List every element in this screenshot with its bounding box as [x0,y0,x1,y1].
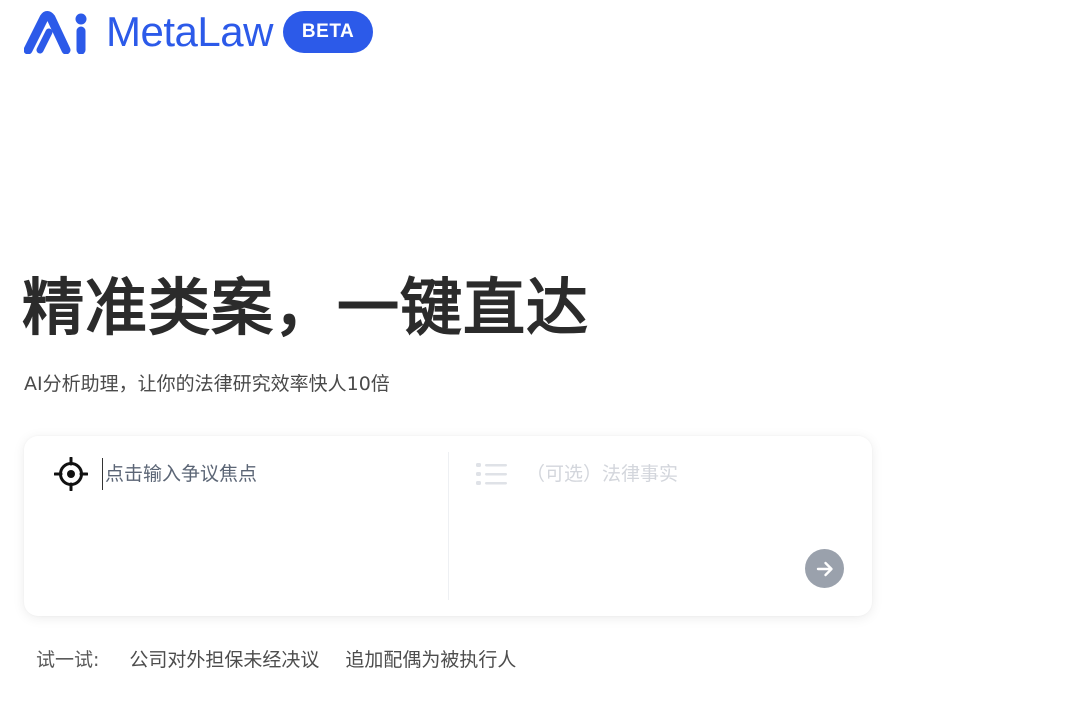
brand-logo[interactable]: MetaLaw BETA [24,8,374,55]
submit-button[interactable] [805,549,844,588]
list-icon [476,463,507,485]
legal-facts-field[interactable] [476,454,846,494]
page: MetaLaw BETA 精准类案，一键直达 AI分析助理，让你的法律研究效率快… [0,0,1080,713]
dispute-focus-input[interactable] [102,458,425,490]
beta-badge: BETA [282,11,374,53]
suggestions-row: 试一试: 公司对外担保未经决议 追加配偶为被执行人 [36,645,542,672]
card-divider [448,452,449,600]
try-label: 试一试: [36,649,100,671]
arrow-right-icon [816,561,833,576]
hero-title: 精准类案，一键直达 [22,271,590,344]
brand-name: MetaLaw [106,8,273,55]
suggestion-link[interactable]: 公司对外担保未经决议 [129,645,319,672]
metalaw-logo-icon [24,11,87,54]
target-icon [54,457,88,491]
dispute-focus-field[interactable] [54,454,434,494]
legal-facts-input[interactable] [526,458,826,490]
suggestion-link[interactable]: 追加配偶为被执行人 [345,645,516,672]
hero-subtitle: AI分析助理，让你的法律研究效率快人10倍 [24,373,390,395]
search-card [24,436,872,616]
